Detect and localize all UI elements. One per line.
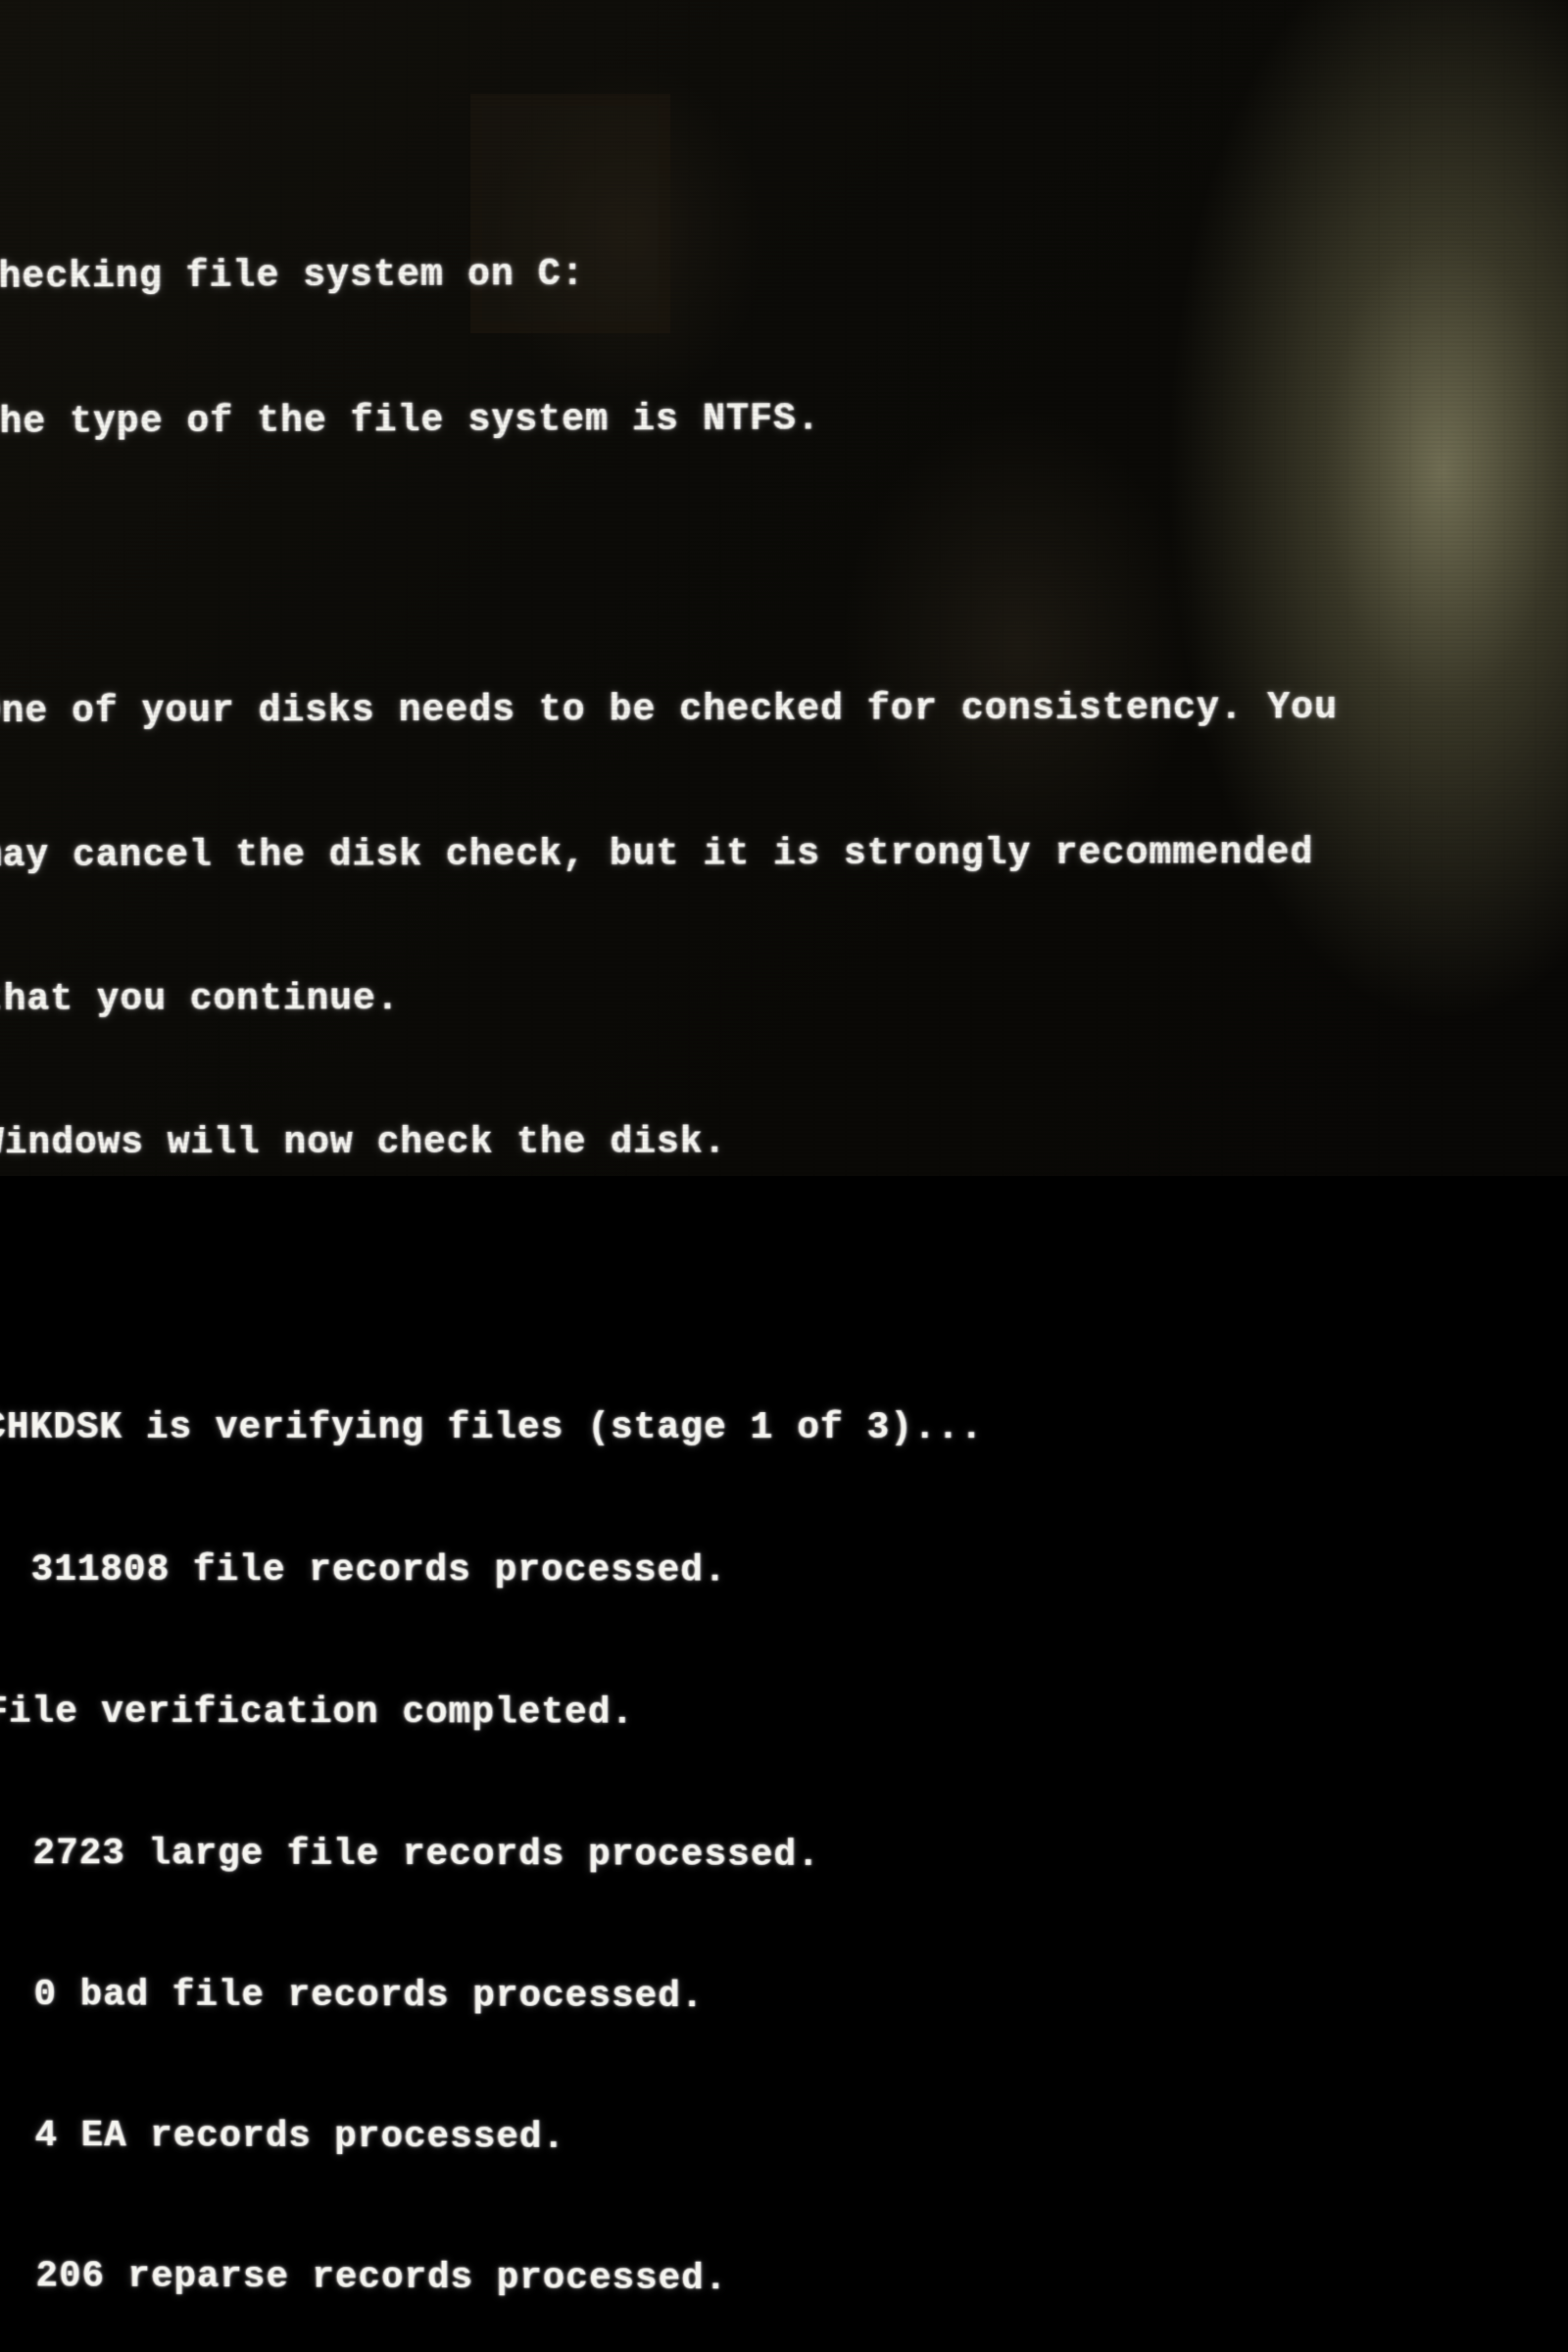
- console-line-ea-records: 4 EA records processed.: [0, 2113, 1568, 2166]
- console-line-stage1: CHKDSK is verifying files (stage 1 of 3)…: [0, 1405, 1568, 1453]
- chkdsk-console: Checking file system on C: The type of t…: [0, 148, 1568, 2352]
- console-line-header2: The type of the file system is NTFS.: [0, 392, 1568, 448]
- console-line-msg4: Windows will now check the disk.: [0, 1118, 1568, 1168]
- console-line-bad-files: 0 bad file records processed.: [0, 1972, 1568, 2024]
- console-line-msg3: that you continue.: [0, 974, 1568, 1025]
- console-line-msg2: may cancel the disk check, but it is str…: [0, 829, 1568, 881]
- console-line-file-records: 311808 file records processed.: [0, 1547, 1568, 1596]
- console-line-header1: Checking file system on C:: [0, 246, 1568, 303]
- console-line-verification-done: File verification completed.: [0, 1690, 1568, 1740]
- console-blank: [0, 1262, 1568, 1310]
- console-blank: [0, 538, 1568, 592]
- console-line-reparse: 206 reparse records processed.: [0, 2253, 1568, 2307]
- console-line-large-files: 2723 large file records processed.: [0, 1831, 1568, 1882]
- console-line-msg1: One of your disks needs to be checked fo…: [0, 684, 1568, 737]
